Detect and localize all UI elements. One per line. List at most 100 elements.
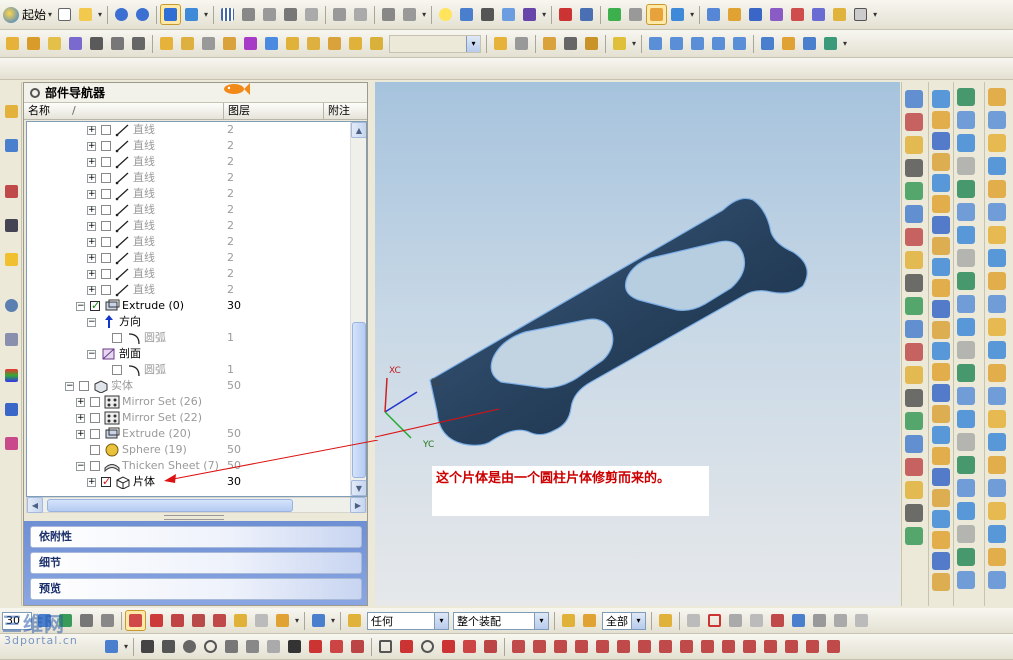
panel-preview[interactable]: 预览 [30, 578, 362, 600]
right-b-tool-1-icon[interactable] [932, 90, 950, 108]
right-d-tool-16-icon[interactable] [988, 433, 1006, 451]
tree-expander-icon[interactable]: − [76, 462, 85, 471]
tree-expander-icon[interactable]: + [87, 206, 96, 215]
constraint-11-icon[interactable] [719, 637, 738, 656]
open-chevron-icon[interactable]: ▾ [98, 10, 102, 19]
right-b-tool-12-icon[interactable] [932, 321, 950, 339]
snap-face-icon[interactable] [252, 611, 271, 630]
roles-icon[interactable] [2, 216, 21, 235]
right-d-tool-8-icon[interactable] [988, 249, 1006, 267]
help-icon[interactable] [2, 250, 21, 269]
grid-icon[interactable] [218, 5, 237, 24]
offset-curve-icon[interactable] [220, 34, 239, 53]
snap-center-icon[interactable] [189, 611, 208, 630]
tree-row[interactable]: + 直线 2 [27, 202, 349, 218]
constraint-7-icon[interactable] [635, 637, 654, 656]
right-c-tool-20-icon[interactable] [957, 525, 975, 543]
move-icon[interactable] [610, 34, 629, 53]
assembly-navigator-icon[interactable] [2, 102, 21, 121]
right-b-tool-3-icon[interactable] [932, 132, 950, 150]
horizontal-scroll-thumb[interactable] [47, 499, 293, 512]
measure-icon[interactable] [379, 5, 398, 24]
bridge-icon[interactable] [283, 34, 302, 53]
box-select-icon[interactable] [705, 611, 724, 630]
move-handle-icon[interactable] [726, 611, 745, 630]
part-navigator-icon[interactable] [2, 136, 21, 155]
right-d-tool-4-icon[interactable] [988, 157, 1006, 175]
tree-checkbox[interactable] [101, 173, 111, 183]
feature-combo-chevron-icon[interactable]: ▾ [466, 35, 480, 52]
right-a-tool-18-icon[interactable] [905, 481, 923, 499]
section-view-icon[interactable] [788, 5, 807, 24]
right-a-tool-8-icon[interactable] [905, 251, 923, 269]
right-d-tool-11-icon[interactable] [988, 318, 1006, 336]
hammer-icon[interactable] [330, 5, 349, 24]
right-a-tool-3-icon[interactable] [905, 136, 923, 154]
right-b-tool-22-icon[interactable] [932, 531, 950, 549]
snap-tangent-icon[interactable] [231, 611, 250, 630]
right-d-tool-7-icon[interactable] [988, 226, 1006, 244]
filter-4-icon[interactable] [98, 611, 117, 630]
datum-plane-icon[interactable] [24, 34, 43, 53]
right-a-tool-6-icon[interactable] [905, 205, 923, 223]
right-a-tool-17-icon[interactable] [905, 458, 923, 476]
sketch-spline-icon[interactable] [222, 637, 241, 656]
right-a-tool-4-icon[interactable] [905, 159, 923, 177]
right-d-tool-17-icon[interactable] [988, 456, 1006, 474]
constraint-10-icon[interactable] [698, 637, 717, 656]
right-d-tool-14-icon[interactable] [988, 387, 1006, 405]
point-icon[interactable] [157, 34, 176, 53]
sketch-mode-chevron-icon[interactable]: ▾ [124, 642, 128, 651]
tree-checkbox[interactable] [101, 253, 111, 263]
tree-row[interactable]: + 直线 2 [27, 234, 349, 250]
panel-details[interactable]: 细节 [30, 552, 362, 574]
extrude-tool-icon[interactable] [66, 34, 85, 53]
graphics-window[interactable]: XC YC ZC 这个片体是由一个圆柱片体修剪而来的。 [375, 82, 900, 606]
right-d-tool-9-icon[interactable] [988, 272, 1006, 290]
tree-row[interactable]: + 直线 2 [27, 250, 349, 266]
sketch-rect-icon[interactable] [376, 637, 395, 656]
deselect-icon[interactable] [580, 611, 599, 630]
tree-checkbox[interactable] [101, 269, 111, 279]
tree-checkbox[interactable] [112, 365, 122, 375]
sketch-line-icon[interactable] [159, 637, 178, 656]
right-c-tool-14-icon[interactable] [957, 387, 975, 405]
right-c-tool-18-icon[interactable] [957, 479, 975, 497]
assembly-scope-combo[interactable]: 整个装配 ▾ [453, 611, 550, 630]
wireframe-icon[interactable] [851, 5, 870, 24]
right-b-tool-18-icon[interactable] [932, 447, 950, 465]
tree-checkbox[interactable] [90, 461, 100, 471]
assembly-scope-chevron-icon[interactable]: ▾ [534, 612, 549, 629]
right-d-tool-1-icon[interactable] [988, 88, 1006, 106]
tree-row[interactable]: + 直线 2 [27, 218, 349, 234]
right-c-tool-5-icon[interactable] [957, 180, 975, 198]
right-a-tool-9-icon[interactable] [905, 274, 923, 292]
constraint-6-icon[interactable] [614, 637, 633, 656]
new-file-icon[interactable] [55, 5, 74, 24]
render-chevron-icon[interactable]: ▾ [204, 10, 208, 19]
right-b-tool-16-icon[interactable] [932, 405, 950, 423]
tree-expander-icon[interactable]: − [65, 382, 74, 391]
measure-distance-icon[interactable] [540, 34, 559, 53]
palette-icon[interactable] [2, 182, 21, 201]
right-d-tool-10-icon[interactable] [988, 295, 1006, 313]
right-a-tool-7-icon[interactable] [905, 228, 923, 246]
open-folder-icon[interactable] [76, 5, 95, 24]
right-c-tool-8-icon[interactable] [957, 249, 975, 267]
display-icon[interactable] [809, 5, 828, 24]
right-d-tool-6-icon[interactable] [988, 203, 1006, 221]
tree-checkbox[interactable] [90, 445, 100, 455]
tree-row[interactable]: + Mirror Set (26) [27, 394, 349, 410]
sketch-xyz-icon[interactable] [439, 637, 458, 656]
sketch-ellipse-icon[interactable] [418, 637, 437, 656]
assembly-icon[interactable] [239, 5, 258, 24]
hide-icon[interactable] [684, 611, 703, 630]
curve-icon[interactable] [178, 34, 197, 53]
start-menu-label[interactable]: 起始 [22, 6, 46, 23]
sketch-extend-icon[interactable] [348, 637, 367, 656]
scroll-up-icon[interactable]: ▲ [351, 122, 366, 138]
analysis-icon[interactable] [400, 5, 419, 24]
tree-row[interactable]: 圆弧 1 [27, 362, 349, 378]
right-b-tool-15-icon[interactable] [932, 384, 950, 402]
route-icon[interactable] [457, 5, 476, 24]
